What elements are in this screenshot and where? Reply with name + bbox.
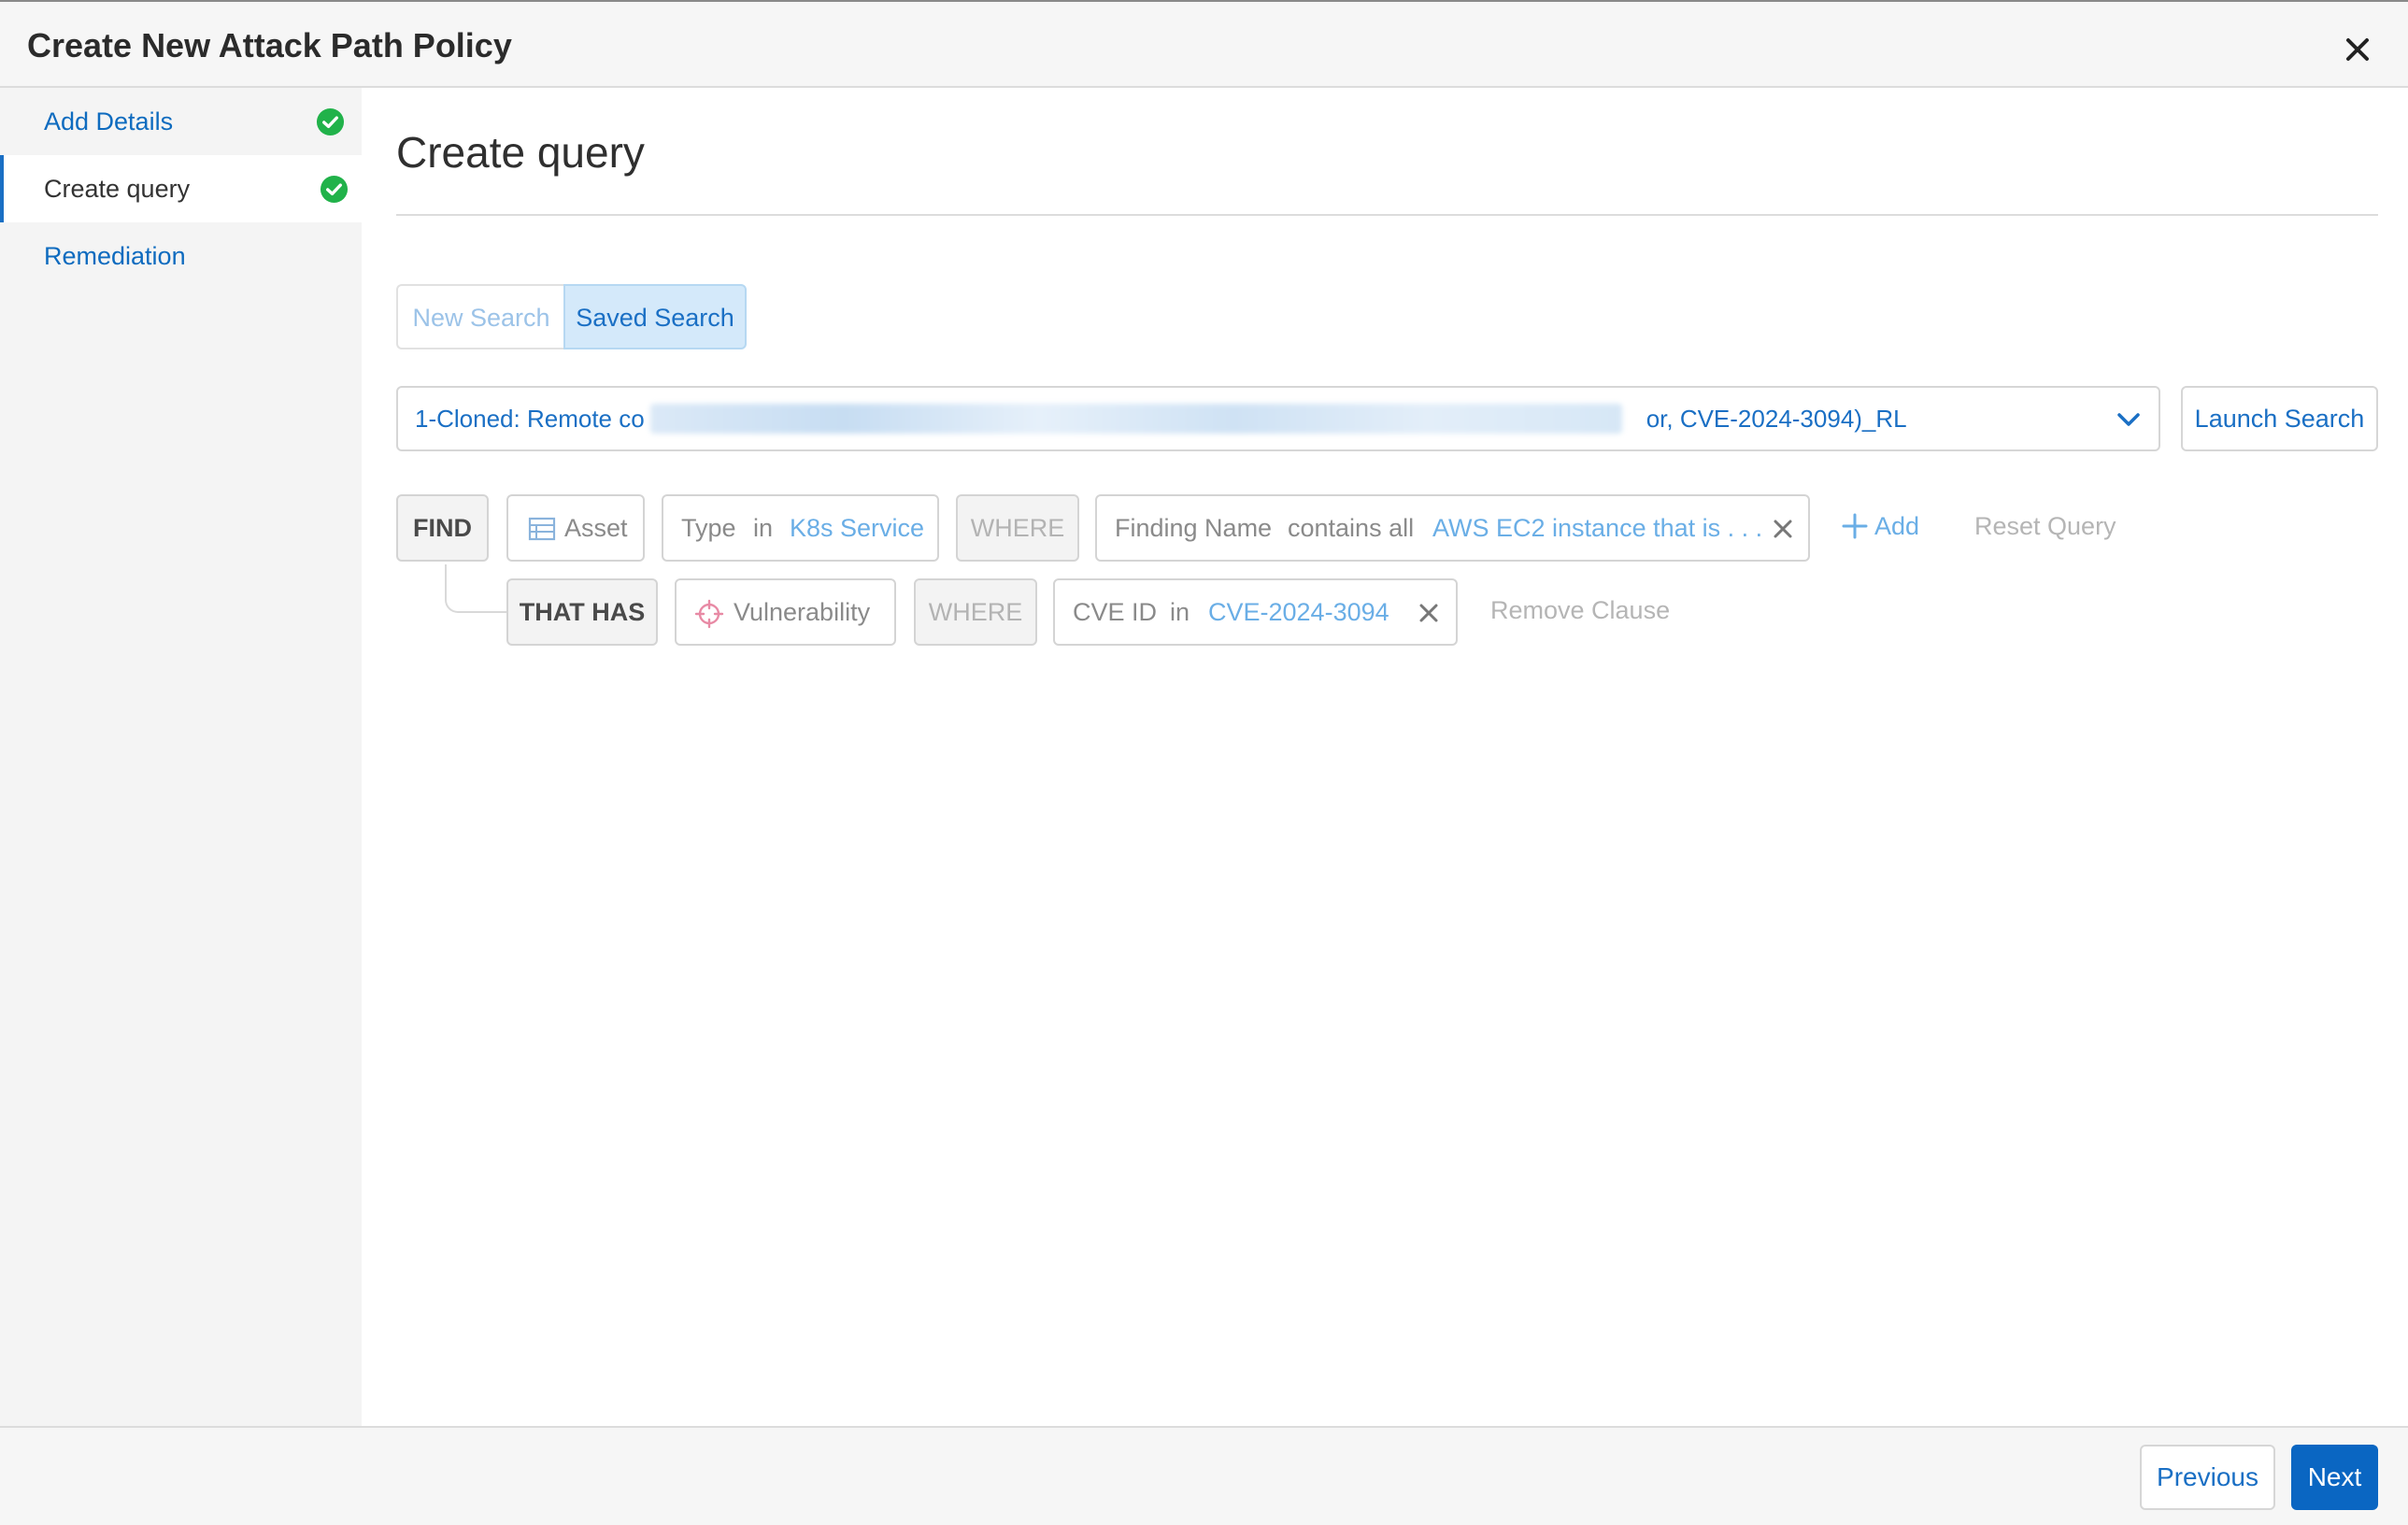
asset-entity-label: Asset [564, 514, 628, 542]
saved-search-toggle[interactable]: Saved Search [563, 284, 747, 349]
dialog-footer: Previous Next [0, 1426, 2408, 1525]
plus-icon [1842, 513, 1868, 539]
previous-button[interactable]: Previous [2140, 1445, 2275, 1510]
condition-operator: contains all [1288, 514, 1415, 542]
remove-condition-icon[interactable] [1773, 519, 1793, 539]
type-filter-label: Type [681, 514, 736, 542]
where-keyword: WHERE [956, 494, 1079, 562]
add-condition-label: Add [1874, 512, 1920, 540]
type-filter-operator: in [753, 514, 774, 542]
vulnerability-entity-label: Vulnerability [734, 598, 871, 626]
dialog-header: Create New Attack Path Policy [0, 2, 2408, 88]
add-condition-button[interactable]: Add [1841, 492, 1919, 560]
condition-label: Finding Name [1115, 514, 1273, 542]
new-search-toggle[interactable]: New Search [396, 284, 564, 349]
condition-operator: in [1170, 598, 1190, 626]
asset-entity-chip[interactable]: Asset [506, 494, 645, 562]
type-filter-value: K8s Service [790, 514, 925, 542]
cve-id-condition-chip[interactable]: CVE ID in CVE-2024-3094 [1053, 578, 1458, 646]
finding-name-condition-chip[interactable]: Finding Name contains all AWS EC2 instan… [1095, 494, 1810, 562]
sidebar-item-label: Remediation [44, 242, 186, 270]
type-filter-chip[interactable]: Type in K8s Service [662, 494, 939, 562]
condition-value: CVE-2024-3094 [1208, 598, 1389, 626]
sidebar-item-remediation[interactable]: Remediation [0, 222, 362, 290]
dialog-title: Create New Attack Path Policy [27, 26, 512, 64]
page-title: Create query [396, 128, 645, 177]
condition-value: AWS EC2 instance that is . . . [1432, 514, 1763, 542]
sidebar-item-create-query[interactable]: Create query [0, 155, 362, 222]
redacted-text-blur [650, 404, 1622, 434]
check-circle-icon [320, 175, 349, 204]
vulnerability-entity-chip[interactable]: Vulnerability [675, 578, 896, 646]
condition-label: CVE ID [1073, 598, 1158, 626]
reset-query-button[interactable]: Reset Query [1974, 492, 2116, 560]
saved-search-value-prefix: 1-Cloned: Remote co [415, 405, 645, 433]
chevron-down-icon [2117, 413, 2140, 426]
next-button[interactable]: Next [2291, 1445, 2378, 1510]
launch-search-button[interactable]: Launch Search [2181, 386, 2378, 451]
asset-icon [528, 517, 556, 541]
close-button[interactable] [2336, 28, 2379, 71]
saved-search-select[interactable]: 1-Cloned: Remote co or, CVE-2024-3094)_RL [396, 386, 2160, 451]
where-keyword: WHERE [914, 578, 1037, 646]
that-has-keyword: THAT HAS [506, 578, 658, 646]
check-circle-icon [316, 107, 345, 136]
sidebar-item-add-details[interactable]: Add Details [0, 88, 362, 155]
close-icon [2346, 38, 2369, 61]
crosshair-icon [694, 599, 724, 629]
sidebar-item-label: Create query [44, 175, 191, 203]
saved-search-value-suffix: or, CVE-2024-3094)_RL [1646, 405, 1907, 433]
title-divider [396, 214, 2378, 216]
clause-connector [445, 564, 506, 613]
wizard-steps-sidebar: Add Details Create query Remediation [0, 88, 362, 1426]
remove-clause-button[interactable]: Remove Clause [1490, 577, 1670, 644]
remove-condition-icon[interactable] [1418, 603, 1439, 623]
sidebar-item-label: Add Details [44, 107, 174, 135]
find-keyword: FIND [396, 494, 489, 562]
